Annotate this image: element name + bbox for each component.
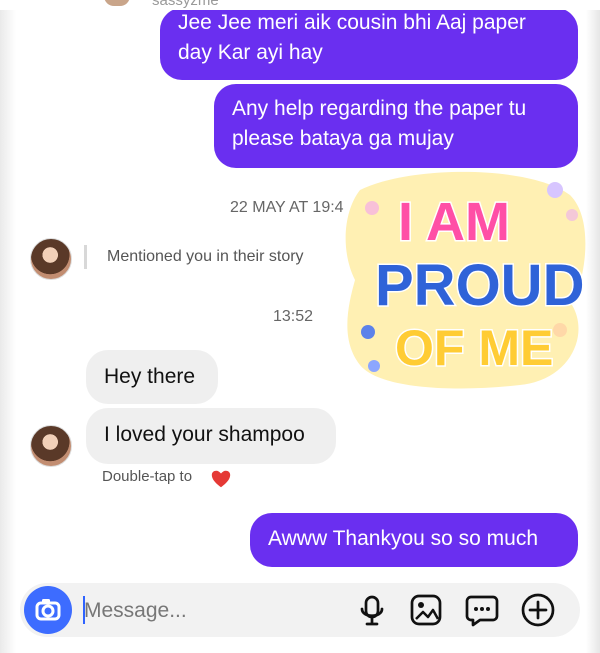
message-timestamp: 22 MAY AT 19:4 <box>230 199 344 216</box>
top-crop <box>0 0 600 10</box>
double-tap-hint: Double-tap to <box>102 468 193 485</box>
received-message-bubble[interactable]: Hey there <box>86 350 218 404</box>
chat-screen: sassyzme Jee Jee meri aik cousin bhi Aaj… <box>0 0 600 653</box>
sent-message-bubble[interactable]: Any help regarding the paper tu please b… <box>214 84 578 168</box>
message-text: Hey there <box>104 365 196 388</box>
camera-icon <box>35 599 61 621</box>
add-icon[interactable] <box>520 592 556 628</box>
flower-icon <box>547 182 563 198</box>
sticker-icon[interactable] <box>464 592 500 628</box>
message-timestamp: 13:52 <box>273 308 314 325</box>
flower-icon <box>368 360 380 372</box>
sticker-line-1: I AM <box>398 192 510 252</box>
message-line: please bataya ga mujay <box>232 127 454 150</box>
text-cursor <box>83 596 85 624</box>
sticker-line-2: PROUD <box>375 253 584 318</box>
flower-icon <box>553 323 567 337</box>
sent-message-bubble[interactable]: Jee Jee meri aik cousin bhi Aaj paper da… <box>160 8 578 80</box>
sticker-line-3: OF ME <box>395 320 553 376</box>
message-input[interactable] <box>82 594 316 628</box>
message-text: Awww Thankyou so so much <box>268 527 539 550</box>
sent-message-bubble[interactable]: Awww Thankyou so so much <box>250 513 578 567</box>
received-message-bubble[interactable]: I loved your shampoo <box>86 408 336 464</box>
story-mention-text[interactable]: Mentioned you in their story <box>107 248 304 266</box>
camera-button[interactable] <box>24 586 72 634</box>
contact-avatar[interactable] <box>30 238 72 280</box>
message-line: Any help regarding the paper tu <box>232 97 527 120</box>
message-line: day Kar ayi hay <box>178 41 323 64</box>
contact-avatar[interactable] <box>30 425 72 467</box>
flower-icon <box>365 201 379 215</box>
heart-icon[interactable] <box>210 468 232 490</box>
proud-sticker[interactable]: I AM PROUD OF ME <box>340 160 592 395</box>
header-name[interactable]: sassyzme <box>152 0 219 9</box>
message-text: I loved your shampoo <box>104 423 305 446</box>
sticker-graphic: I AM PROUD OF ME <box>345 171 586 389</box>
image-icon[interactable] <box>408 592 444 628</box>
flower-icon <box>566 209 578 221</box>
flower-icon <box>361 325 375 339</box>
microphone-icon[interactable] <box>354 592 390 628</box>
message-line: Jee Jee meri aik cousin bhi Aaj paper <box>178 11 526 34</box>
story-mention-divider <box>84 245 87 269</box>
